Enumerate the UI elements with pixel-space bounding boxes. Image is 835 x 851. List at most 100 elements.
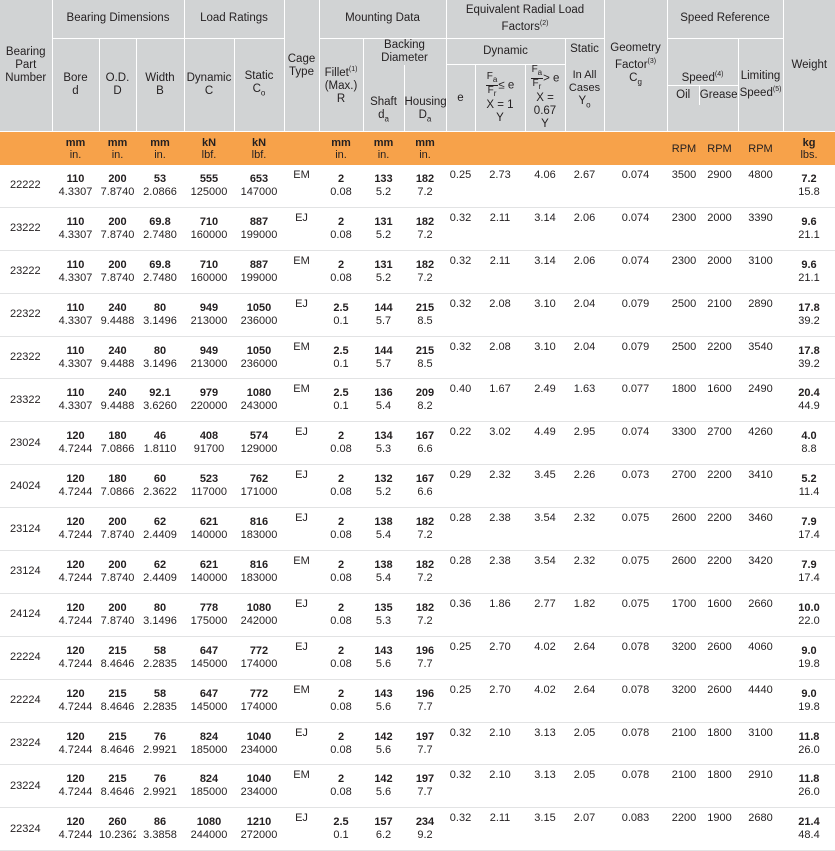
header-fillet: Fillet(1) (Max.) R — [318, 38, 363, 132]
unit-fillet: mm in. — [319, 131, 363, 165]
cell-static: 887 199000 — [234, 207, 284, 251]
cell-limiting: 4260 — [738, 421, 784, 466]
cell-dynamic: 1080 244000 — [184, 807, 234, 851]
cell-limiting: 3100 — [738, 250, 784, 294]
cell-cage: EM — [284, 336, 319, 380]
table-row: 22224 120 4.7244 215 8.4646 58 2.2835 647 14… — [0, 679, 835, 723]
header-dynamic-factors: Dynamic — [445, 38, 565, 65]
cell-y2: 2.49 — [525, 378, 565, 423]
cell-grease: 2100 — [701, 293, 739, 337]
cell-limiting: 2680 — [738, 807, 784, 851]
cell-od: 215 8.4646 — [99, 722, 136, 766]
cell-geometry: 0.074 — [604, 250, 668, 294]
cell-y1: 2.10 — [475, 722, 525, 766]
cell-dynamic: 824 185000 — [184, 722, 234, 766]
cell-limiting: 3460 — [738, 507, 784, 552]
cell-bore: 110 4.3307 — [52, 378, 99, 423]
table-row: 23222 110 4.3307 200 7.8740 69.8 2.7480 710… — [0, 250, 835, 294]
cell-y1: 2.11 — [475, 207, 525, 251]
cell-static: 816 183000 — [234, 550, 284, 594]
cell-cage: EJ — [284, 593, 319, 637]
header-mounting-data: Mounting Data — [318, 0, 446, 39]
cell-static: 1040 234000 — [234, 764, 284, 809]
header-od: O.D. D — [98, 38, 136, 132]
cell-od: 240 9.4488 — [99, 378, 136, 423]
cell-shaft: 131 5.2 — [363, 250, 404, 294]
cell-oil: 3500 — [667, 165, 702, 208]
unit-housing: mm in. — [404, 131, 446, 165]
cell-y1: 2.70 — [475, 636, 525, 680]
cell-housing: 196 7.7 — [404, 636, 446, 680]
header-dynamic-rating: Dynamic C — [183, 38, 234, 132]
header-thermal-block: Thermal Reference Speed(4) Oil Grease — [666, 64, 739, 132]
cell-e: 0.40 — [446, 378, 475, 423]
header-thermal-label: Thermal Reference Speed(4) — [676, 65, 729, 84]
cell-width: 80 3.1496 — [136, 336, 184, 380]
cell-static: 816 183000 — [234, 507, 284, 552]
unit-limiting: RPM — [738, 131, 784, 165]
cell-housing: 197 7.7 — [404, 722, 446, 766]
header-geometry-factor: Geometry Factor(3) Cg — [603, 0, 668, 132]
unit-shaft: mm in. — [363, 131, 404, 165]
cell-y1: 2.70 — [475, 679, 525, 723]
table-row: 23222 110 4.3307 200 7.8740 69.8 2.7480 710… — [0, 207, 835, 251]
cell-static: 1050 236000 — [234, 336, 284, 380]
cell-y1: 2.11 — [475, 250, 525, 294]
cell-cage: EM — [284, 764, 319, 809]
cell-oil: 2300 — [667, 250, 702, 294]
cell-housing: 167 6.6 — [404, 464, 446, 509]
cell-part-number: 23224 — [0, 764, 52, 809]
cell-width: 46 1.8110 — [136, 421, 184, 466]
cell-shaft: 131 5.2 — [363, 207, 404, 251]
cell-weight: 11.8 26.0 — [783, 722, 835, 766]
unit-grease: RPM — [701, 131, 739, 165]
cell-static: 1050 236000 — [234, 293, 284, 337]
cell-width: 60 2.3622 — [136, 464, 184, 509]
cell-shaft: 144 5.7 — [363, 293, 404, 337]
cell-geometry: 0.077 — [604, 378, 668, 423]
cell-geometry: 0.078 — [604, 636, 668, 680]
cell-grease: 1600 — [701, 593, 739, 637]
cell-shaft: 142 5.6 — [363, 722, 404, 766]
cell-geometry: 0.074 — [604, 165, 668, 208]
cell-width: 92.1 3.6260 — [136, 378, 184, 423]
cell-yo: 2.32 — [565, 550, 605, 594]
cell-dynamic: 647 145000 — [184, 636, 234, 680]
cell-limiting: 2910 — [738, 764, 784, 809]
cell-shaft: 136 5.4 — [363, 378, 404, 423]
cell-oil: 2600 — [667, 507, 702, 552]
cell-fillet: 2 0.08 — [319, 722, 363, 766]
cell-bore: 120 4.7244 — [52, 464, 99, 509]
cell-oil: 2500 — [667, 336, 702, 380]
cell-fillet: 2 0.08 — [319, 764, 363, 809]
cell-cage: EJ — [284, 293, 319, 337]
cell-housing: 182 7.2 — [404, 593, 446, 637]
header-grease: Grease — [698, 85, 738, 105]
cell-weight: 17.8 39.2 — [783, 293, 835, 337]
cell-y2: 4.02 — [525, 679, 565, 723]
table-row: 24124 120 4.7244 200 7.8740 80 3.1496 778 17… — [0, 593, 835, 637]
cell-static: 887 199000 — [234, 250, 284, 294]
cell-part-number: 22324 — [0, 807, 52, 851]
header-thermal-speed — [666, 38, 739, 65]
cell-e: 0.32 — [446, 807, 475, 851]
cell-width: 86 3.3858 — [136, 807, 184, 851]
cell-e: 0.28 — [446, 550, 475, 594]
cell-weight: 9.6 21.1 — [783, 250, 835, 294]
cell-yo: 2.05 — [565, 764, 605, 809]
cell-bore: 120 4.7244 — [52, 679, 99, 723]
table-row: 23024 120 4.7244 180 7.0866 46 1.8110 408 91… — [0, 421, 835, 466]
cell-cage: EM — [284, 679, 319, 723]
unit-width: mm in. — [136, 131, 184, 165]
cell-oil: 2300 — [667, 207, 702, 251]
cell-e: 0.36 — [446, 593, 475, 637]
units-row: mm in. mm in. mm in. kN lbf. kN lbf. mm in. mm… — [0, 131, 835, 165]
cell-shaft: 143 5.6 — [363, 636, 404, 680]
cell-cage: EJ — [284, 807, 319, 851]
table-row: 22322 110 4.3307 240 9.4488 80 3.1496 949 21… — [0, 336, 835, 380]
cell-weight: 7.2 15.8 — [783, 165, 835, 208]
table-row: 23124 120 4.7244 200 7.8740 62 2.4409 621 14… — [0, 507, 835, 552]
cell-bore: 120 4.7244 — [52, 636, 99, 680]
cell-housing: 196 7.7 — [404, 679, 446, 723]
cell-e: 0.32 — [446, 207, 475, 251]
